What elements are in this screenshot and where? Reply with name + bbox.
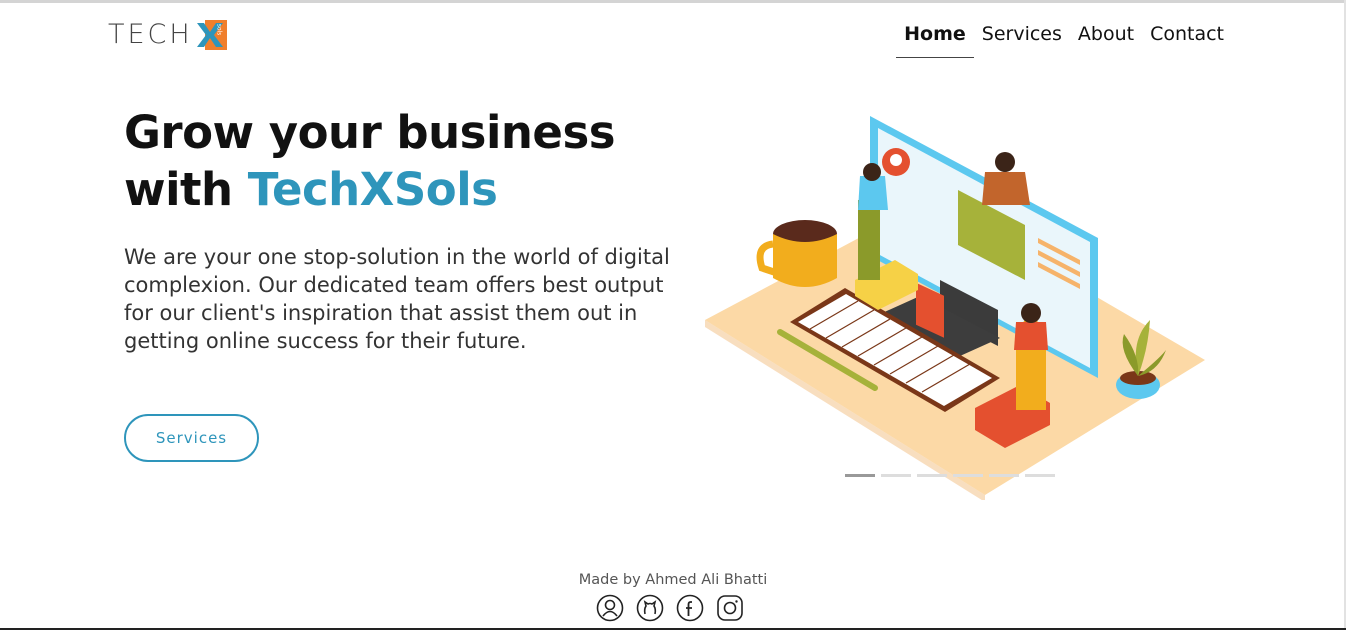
main-nav: Home Services About Contact bbox=[896, 20, 1232, 58]
logo[interactable]: TECH sols bbox=[108, 20, 227, 50]
nav-contact[interactable]: Contact bbox=[1142, 20, 1232, 58]
carousel-dot[interactable] bbox=[917, 474, 947, 477]
carousel-dot[interactable] bbox=[881, 474, 911, 477]
hero-illustration bbox=[700, 110, 1210, 502]
hero-title-with: with bbox=[124, 163, 248, 216]
nav-about[interactable]: About bbox=[1070, 20, 1142, 58]
logo-text: TECH bbox=[108, 19, 193, 50]
logo-x-mark: sols bbox=[195, 20, 227, 50]
github-icon[interactable] bbox=[636, 594, 664, 622]
person-icon[interactable] bbox=[596, 594, 624, 622]
services-button[interactable]: Services bbox=[124, 414, 259, 462]
nav-services[interactable]: Services bbox=[974, 20, 1070, 58]
hero-title: Grow your business with TechXSols bbox=[124, 104, 616, 218]
carousel-dot[interactable] bbox=[1025, 474, 1055, 477]
instagram-icon[interactable] bbox=[716, 594, 744, 622]
hero-description: We are your one stop-solution in the wor… bbox=[124, 245, 670, 353]
footer-credit: Made by Ahmed Ali Bhatti bbox=[578, 572, 768, 588]
facebook-icon[interactable] bbox=[676, 594, 704, 622]
top-border bbox=[0, 0, 1346, 3]
social-links bbox=[596, 594, 744, 622]
carousel-dot[interactable] bbox=[989, 474, 1019, 477]
carousel-indicators bbox=[845, 474, 1055, 477]
hero-title-line1: Grow your business bbox=[124, 106, 616, 159]
carousel-dot[interactable] bbox=[845, 474, 875, 477]
hero-title-brand: TechXSols bbox=[247, 163, 498, 216]
logo-sub: sols bbox=[215, 23, 223, 36]
nav-home[interactable]: Home bbox=[896, 20, 974, 58]
carousel-dot[interactable] bbox=[953, 474, 983, 477]
